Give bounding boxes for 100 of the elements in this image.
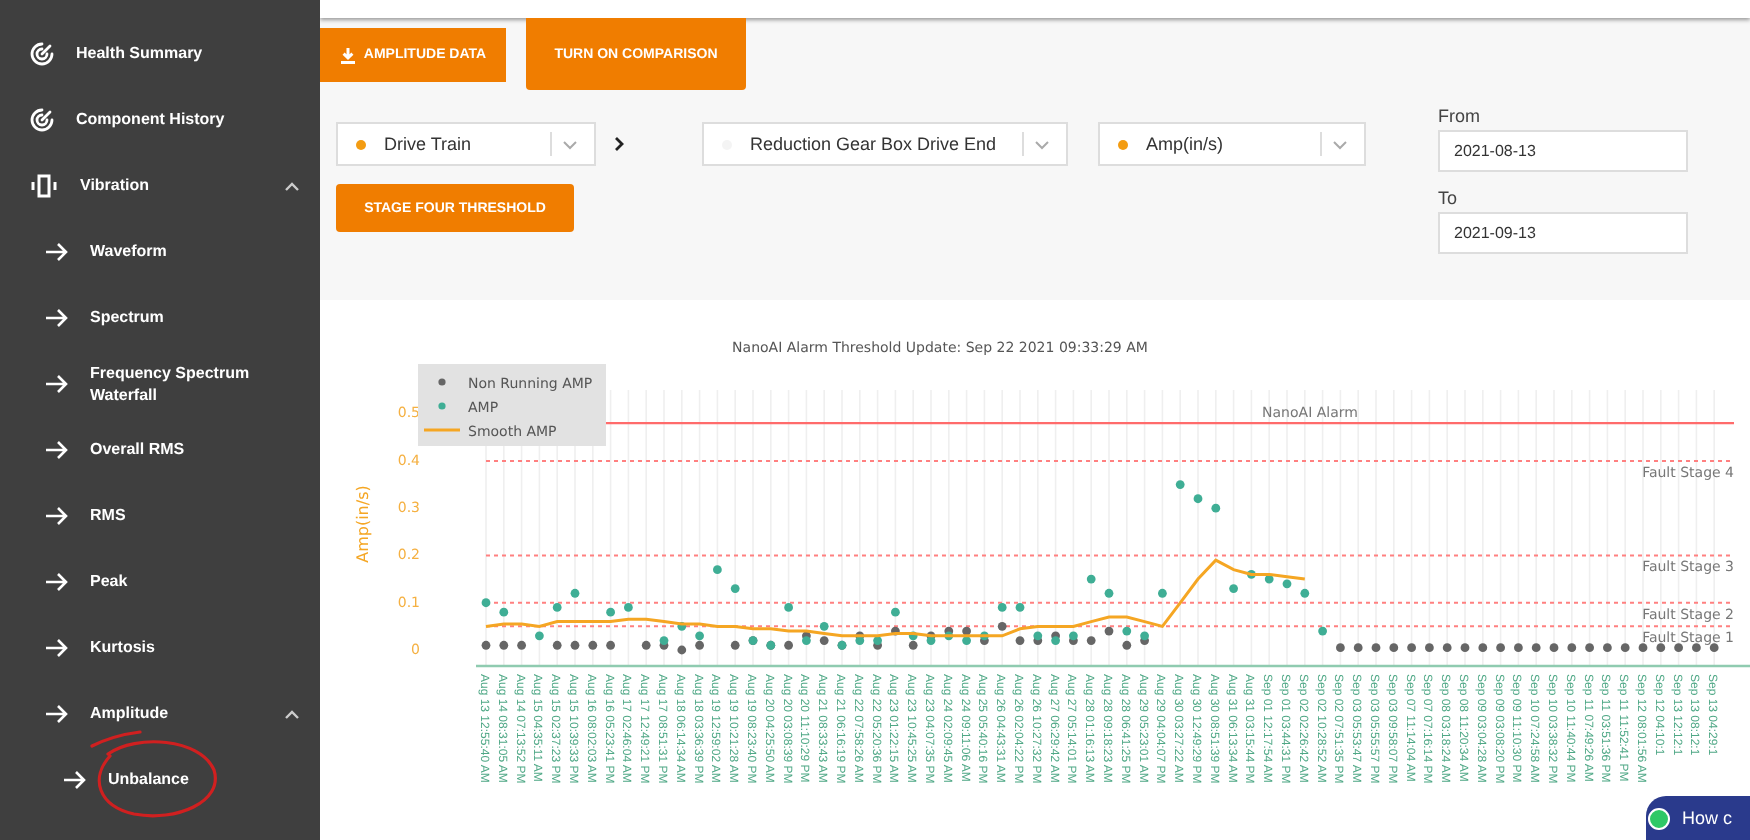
data-point bbox=[730, 640, 740, 650]
data-point bbox=[1389, 643, 1399, 653]
nav-item[interactable]: Spectrum bbox=[0, 284, 320, 350]
arrow-icon bbox=[44, 637, 68, 657]
data-point bbox=[1496, 643, 1505, 653]
data-point bbox=[997, 621, 1007, 631]
data-point bbox=[1709, 643, 1719, 653]
data-point bbox=[1514, 643, 1523, 653]
data-point bbox=[588, 640, 598, 650]
arrow-icon bbox=[44, 373, 68, 393]
data-point bbox=[1638, 643, 1648, 653]
data-point bbox=[606, 640, 615, 650]
data-point bbox=[499, 640, 509, 650]
data-point bbox=[1567, 643, 1577, 653]
data-point bbox=[606, 607, 615, 617]
data-point bbox=[677, 621, 687, 631]
nav-item[interactable]: RMS bbox=[0, 482, 320, 548]
arrow-icon bbox=[44, 241, 68, 261]
data-point bbox=[1229, 584, 1238, 593]
data-point bbox=[784, 603, 793, 612]
dropdown[interactable]: Drive Train bbox=[336, 122, 596, 166]
data-point bbox=[1674, 643, 1683, 653]
nav-item[interactable]: Kurtosis bbox=[0, 614, 320, 680]
data-point bbox=[997, 603, 1007, 612]
axis-title: Amp(in/s) bbox=[354, 485, 372, 563]
data-point bbox=[1211, 503, 1221, 513]
data-point bbox=[677, 645, 687, 655]
data-point bbox=[481, 640, 491, 650]
legend-marker bbox=[438, 378, 446, 386]
data-point bbox=[1122, 626, 1132, 636]
data-point bbox=[570, 640, 580, 650]
data-point bbox=[1692, 643, 1701, 653]
data-point bbox=[535, 631, 544, 641]
legend-line bbox=[424, 428, 460, 432]
data-point bbox=[1460, 643, 1470, 653]
nav-item[interactable]: Frequency Spectrum Waterfall bbox=[0, 350, 320, 416]
data-point bbox=[641, 640, 651, 650]
download-icon bbox=[339, 47, 356, 63]
data-point bbox=[1193, 494, 1203, 504]
data-point bbox=[1015, 636, 1025, 645]
nav-item[interactable]: Overall RMS bbox=[0, 416, 320, 482]
chat-button[interactable]: How c bbox=[1646, 796, 1750, 840]
data-point bbox=[1531, 643, 1541, 653]
date-field[interactable]: 2021-09-13 bbox=[1438, 212, 1688, 254]
data-point bbox=[1478, 643, 1488, 653]
data-point bbox=[1015, 603, 1025, 612]
data-point bbox=[1425, 643, 1434, 653]
nav-item[interactable]: Health Summary bbox=[0, 20, 320, 86]
data-point bbox=[713, 565, 722, 575]
chevron-icon bbox=[614, 136, 626, 152]
data-point bbox=[552, 603, 562, 612]
data-point bbox=[819, 636, 829, 645]
data-point bbox=[570, 588, 580, 598]
data-point bbox=[517, 640, 526, 650]
data-point bbox=[481, 598, 491, 608]
data-point bbox=[1300, 588, 1310, 598]
arrow-icon bbox=[44, 571, 68, 591]
data-point bbox=[1353, 643, 1363, 653]
spiral-icon bbox=[30, 41, 54, 65]
data-point bbox=[1407, 643, 1416, 653]
data-point bbox=[1656, 643, 1666, 653]
data-point bbox=[1371, 643, 1381, 653]
data-point bbox=[891, 626, 900, 636]
data-point bbox=[819, 621, 829, 631]
nav-item[interactable]: Peak bbox=[0, 548, 320, 614]
spiral-icon bbox=[30, 107, 54, 131]
nav-item[interactable]: Amplitude bbox=[0, 680, 320, 746]
data-point bbox=[1282, 579, 1292, 589]
data-point bbox=[784, 640, 793, 650]
data-point bbox=[1264, 574, 1274, 584]
legend-marker bbox=[438, 402, 446, 410]
vibration-icon bbox=[30, 173, 58, 197]
arrow-icon bbox=[44, 439, 68, 459]
data-point bbox=[891, 607, 900, 617]
data-point bbox=[1318, 626, 1327, 636]
dropdown[interactable]: Amp(in/s) bbox=[1098, 122, 1366, 166]
data-point bbox=[552, 640, 562, 650]
data-point bbox=[1122, 640, 1132, 650]
data-point bbox=[1585, 643, 1594, 653]
data-point bbox=[1104, 626, 1114, 636]
field-label: To bbox=[1438, 188, 1460, 212]
chevron-icon bbox=[1034, 139, 1050, 149]
arrow-icon bbox=[44, 505, 68, 525]
data-point bbox=[1158, 588, 1167, 598]
data-point bbox=[1620, 643, 1630, 653]
date-field[interactable]: 2021-08-13 bbox=[1438, 130, 1688, 172]
dropdown[interactable]: Reduction Gear Box Drive End bbox=[702, 122, 1068, 166]
field-label: From bbox=[1438, 106, 1482, 130]
nav-item[interactable]: Component History bbox=[0, 86, 320, 152]
nav-item[interactable]: Unbalance bbox=[0, 746, 320, 812]
data-point bbox=[1247, 569, 1256, 579]
chevron-icon bbox=[562, 139, 578, 149]
data-point bbox=[1086, 636, 1096, 645]
data-point bbox=[730, 584, 740, 593]
nav-item[interactable]: Waveform bbox=[0, 218, 320, 284]
arrow-icon bbox=[44, 307, 68, 327]
data-point bbox=[1104, 588, 1114, 598]
arrow-icon bbox=[62, 769, 86, 789]
data-point bbox=[499, 607, 509, 617]
nav-item[interactable]: Vibration bbox=[0, 152, 320, 218]
